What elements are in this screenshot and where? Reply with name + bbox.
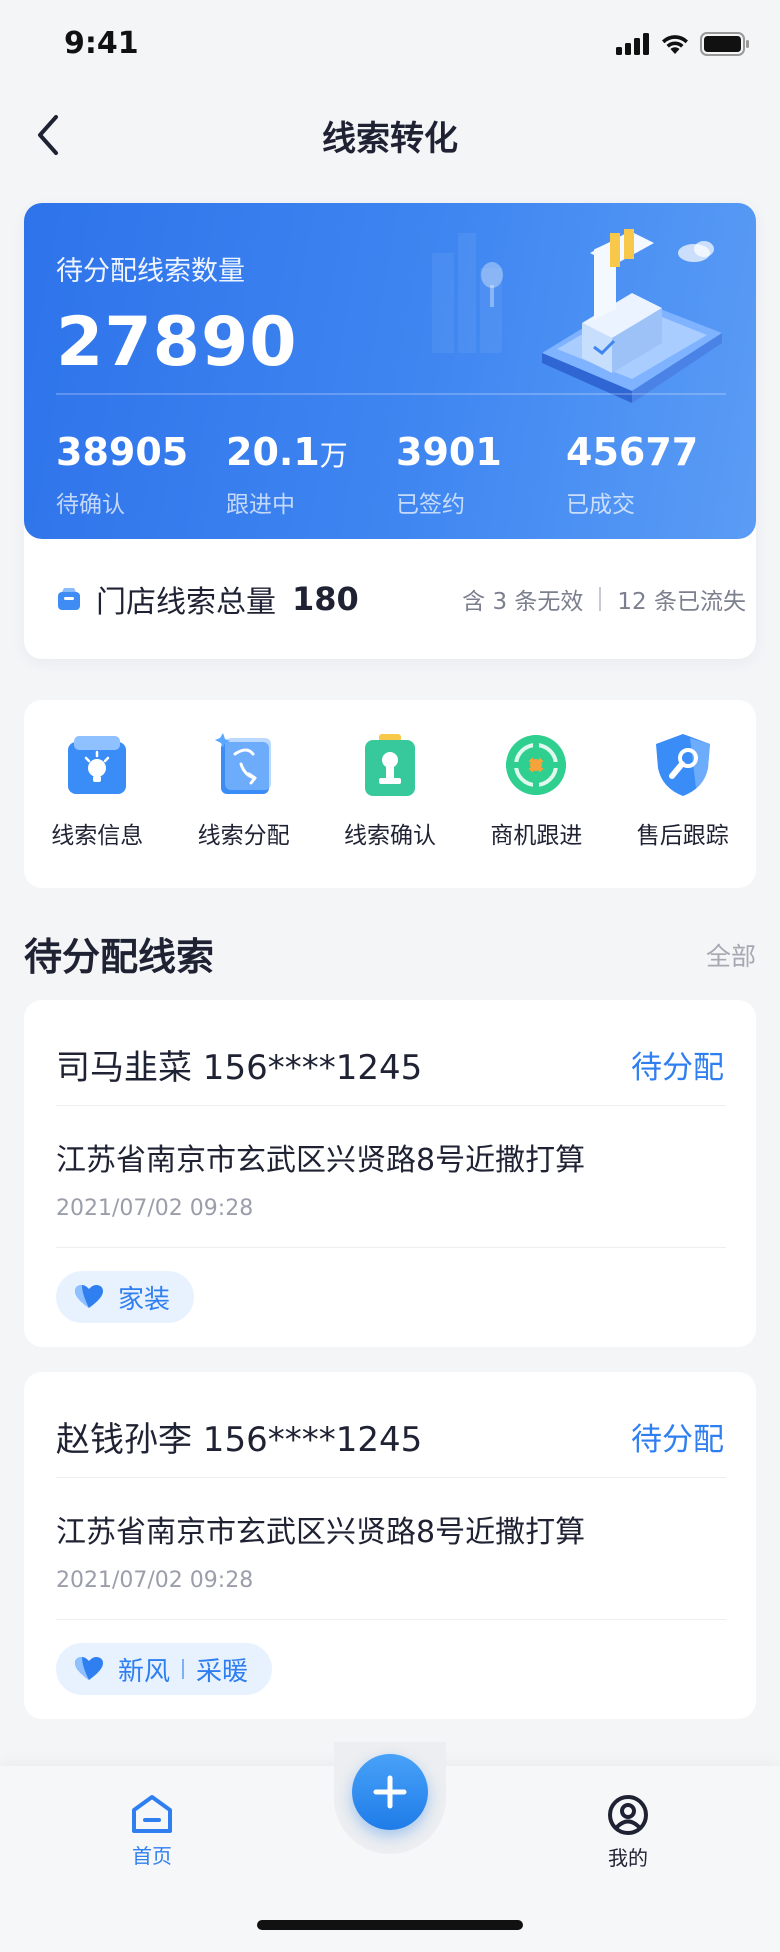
quick-actions: 线索信息 线索分配 线索确认 商机跟进 售后跟踪 [24, 700, 756, 888]
lead-confirm-icon [364, 734, 415, 796]
tag-divider [182, 1659, 185, 1679]
divider [56, 1619, 726, 1620]
stat-value: 45677 [566, 430, 699, 474]
tag-text: 新风 [118, 1656, 171, 1687]
lead-time: 2021/07/02 09:28 [56, 1196, 254, 1221]
lead-name: 赵钱孙李 156****1245 [56, 1420, 423, 1460]
hero-banner: 待分配线索数量 27890 38905 待确认 20.1万 跟进中 3901 已… [24, 203, 756, 539]
lead-tag: 新风 采暖 [56, 1643, 273, 1695]
lead-info-icon [68, 736, 127, 794]
stat-value: 20.1 [226, 430, 320, 474]
lead-address: 江苏省南京市玄武区兴贤路8号近撒打算 [56, 1143, 586, 1178]
stat-label: 跟进中 [226, 492, 295, 518]
tab-label: 我的 [608, 1846, 648, 1870]
stat-following[interactable]: 20.1万 跟进中 [226, 431, 396, 519]
action-lead-info[interactable]: 线索信息 [24, 700, 170, 888]
hero-divider [56, 393, 726, 395]
store-total-row[interactable]: 门店线索总量 180 含 3 条无效 12 条已流失 [56, 569, 746, 629]
tab-label: 首页 [132, 1844, 172, 1868]
status-bar: 9:41 [0, 0, 780, 90]
action-lead-assign[interactable]: 线索分配 [170, 700, 316, 888]
lead-tag: 家装 [56, 1271, 195, 1323]
page-title: 线索转化 [322, 119, 458, 159]
stat-value: 38905 [56, 430, 189, 474]
stat-label: 待确认 [56, 492, 125, 518]
lead-status[interactable]: 待分配 [631, 1042, 724, 1087]
lead-card[interactable]: 赵钱孙李 156****1245 待分配 江苏省南京市玄武区兴贤路8号近撒打算 … [24, 1372, 756, 1719]
summary-card: 待分配线索数量 27890 38905 待确认 20.1万 跟进中 3901 已… [24, 203, 756, 659]
lost-count: 12 条已流失 [617, 589, 746, 615]
stat-label: 已成交 [566, 492, 635, 518]
store-total-label: 门店线索总量 [96, 585, 276, 620]
store-total-value: 180 [292, 580, 359, 618]
divider [56, 1105, 726, 1106]
pending-leads-count: 27890 [56, 303, 298, 382]
status-icons [616, 32, 750, 56]
after-sales-icon [655, 734, 710, 796]
stat-label: 已签约 [396, 492, 465, 518]
hero-stats: 38905 待确认 20.1万 跟进中 3901 已签约 45677 已成交 [56, 431, 736, 519]
lead-time: 2021/07/02 09:28 [56, 1568, 254, 1593]
lead-card[interactable]: 司马韭菜 156****1245 待分配 江苏省南京市玄武区兴贤路8号近撒打算 … [24, 1000, 756, 1347]
stat-closed[interactable]: 45677 已成交 [566, 431, 736, 519]
tab-home[interactable]: 首页 [92, 1794, 212, 1869]
pending-leads-label: 待分配线索数量 [56, 256, 245, 287]
user-icon [608, 1795, 648, 1835]
tab-mine[interactable]: 我的 [568, 1794, 688, 1871]
action-label: 线索分配 [197, 823, 290, 849]
wifi-icon [662, 35, 688, 54]
store-note: 含 3 条无效 12 条已流失 [462, 582, 746, 616]
heart-icon [75, 1657, 103, 1680]
stat-signed[interactable]: 3901 已签约 [396, 431, 566, 519]
tag-text: 家装 [118, 1284, 171, 1315]
stat-value: 3901 [396, 430, 502, 474]
action-lead-confirm[interactable]: 线索确认 [317, 700, 463, 888]
action-label: 售后跟踪 [636, 823, 729, 849]
stat-to-confirm[interactable]: 38905 待确认 [56, 431, 226, 519]
store-icon [58, 588, 80, 610]
lead-status[interactable]: 待分配 [631, 1414, 724, 1459]
status-time: 9:41 [64, 26, 139, 61]
lead-address: 江苏省南京市玄武区兴贤路8号近撒打算 [56, 1515, 586, 1550]
action-label: 商机跟进 [490, 823, 583, 849]
action-after-sales[interactable]: 售后跟踪 [610, 700, 756, 888]
signal-icon [616, 33, 649, 55]
note-divider [599, 587, 602, 611]
view-all-link[interactable]: 全部 [706, 937, 756, 973]
stat-unit: 万 [319, 439, 348, 472]
home-indicator [257, 1920, 523, 1930]
section-title: 待分配线索 [24, 935, 215, 979]
tag-text: 采暖 [196, 1656, 249, 1687]
divider [56, 1477, 726, 1478]
action-opportunity[interactable]: 商机跟进 [463, 700, 609, 888]
plus-icon [373, 1775, 407, 1809]
home-icon [132, 1795, 172, 1833]
battery-icon [700, 32, 749, 56]
opportunity-icon [506, 735, 567, 795]
nav-bar: 线索转化 [0, 95, 780, 175]
divider [56, 1247, 726, 1248]
action-label: 线索确认 [343, 823, 436, 849]
action-label: 线索信息 [51, 823, 144, 849]
add-button[interactable] [352, 1754, 428, 1830]
lead-name: 司马韭菜 156****1245 [56, 1048, 423, 1088]
lead-assign-icon [214, 733, 271, 794]
invalid-count: 含 3 条无效 [462, 589, 584, 615]
heart-icon [75, 1285, 103, 1308]
phone-illustration-icon [432, 229, 722, 403]
